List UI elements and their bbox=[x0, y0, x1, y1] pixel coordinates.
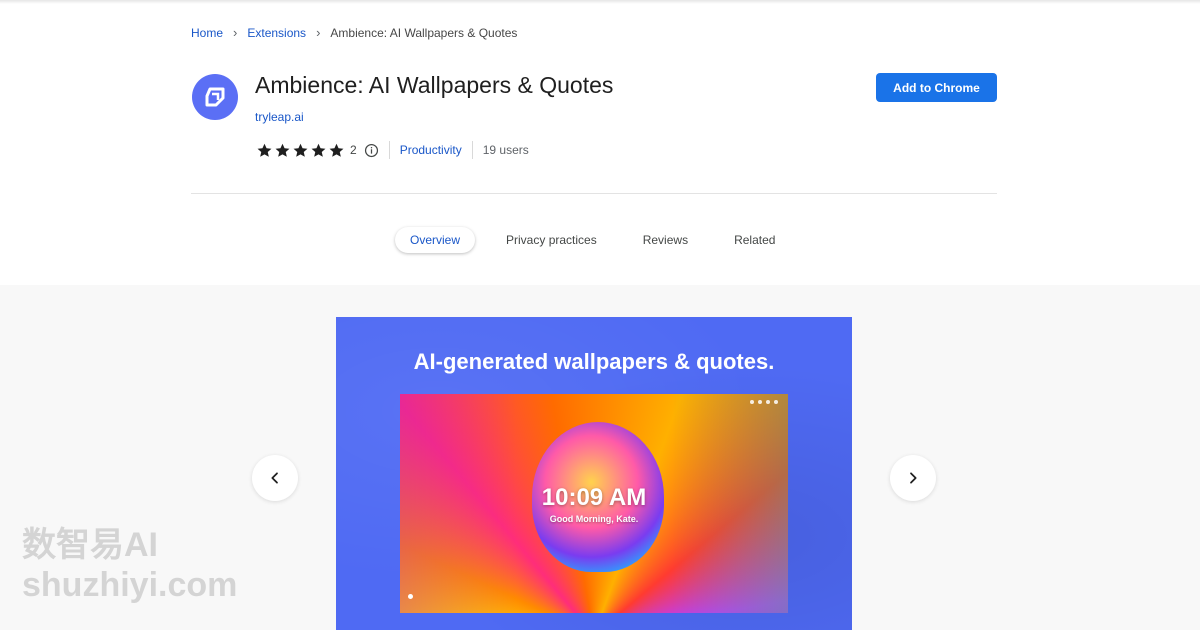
breadcrumb-extensions[interactable]: Extensions bbox=[247, 26, 306, 40]
wallpaper-preview: 10:09 AM Good Morning, Kate. bbox=[400, 394, 788, 613]
watermark-line-2: shuzhiyi.com bbox=[22, 566, 238, 604]
preview-corner-icons bbox=[750, 400, 778, 404]
tab-bar: Overview Privacy practices Reviews Relat… bbox=[395, 227, 790, 253]
meta-divider bbox=[471, 141, 473, 159]
settings-icon bbox=[750, 400, 754, 404]
star-icon bbox=[311, 143, 326, 157]
user-count: 19 users bbox=[482, 143, 529, 157]
chevron-right-icon bbox=[910, 472, 917, 484]
extension-title: Ambience: AI Wallpapers & Quotes bbox=[255, 72, 614, 98]
gallery-prev-button[interactable] bbox=[252, 455, 298, 501]
preview-greeting: Good Morning, Kate. bbox=[549, 514, 639, 524]
breadcrumb-home[interactable]: Home bbox=[191, 26, 223, 40]
breadcrumb: Home › Extensions › Ambience: AI Wallpap… bbox=[191, 25, 517, 40]
rating-stars bbox=[256, 142, 345, 159]
chevron-left-icon bbox=[271, 472, 278, 484]
watermark-line-1: 数智易AI bbox=[22, 526, 158, 564]
top-shadow bbox=[0, 0, 1200, 4]
preview-brand-dot bbox=[408, 594, 413, 599]
watermark: 数智易AI shuzhiyi.com bbox=[22, 525, 237, 605]
gallery-slide: AI-generated wallpapers & quotes. 10:09 … bbox=[336, 317, 852, 630]
info-icon[interactable] bbox=[364, 143, 379, 158]
share-icon bbox=[758, 400, 762, 404]
meta-row: 2 Productivity 19 users bbox=[256, 140, 529, 160]
ambience-logo-icon bbox=[205, 87, 225, 107]
slide-headline: AI-generated wallpapers & quotes. bbox=[413, 349, 775, 374]
header-divider bbox=[191, 193, 997, 194]
tab-reviews[interactable]: Reviews bbox=[628, 227, 703, 253]
star-icon bbox=[329, 143, 344, 157]
rating-count: 2 bbox=[350, 143, 357, 157]
category-link[interactable]: Productivity bbox=[400, 143, 462, 157]
gallery-next-button[interactable] bbox=[890, 455, 936, 501]
tab-related[interactable]: Related bbox=[719, 227, 790, 253]
star-icon bbox=[293, 143, 308, 157]
chevron-right-icon: › bbox=[316, 25, 321, 40]
meta-divider bbox=[388, 141, 390, 159]
breadcrumb-current: Ambience: AI Wallpapers & Quotes bbox=[330, 25, 518, 40]
extension-logo bbox=[192, 74, 238, 120]
preview-clock: 10:09 AM bbox=[541, 484, 647, 511]
chevron-right-icon: › bbox=[233, 25, 238, 40]
tab-overview[interactable]: Overview bbox=[395, 227, 476, 253]
download-icon bbox=[766, 400, 770, 404]
star-icon bbox=[275, 143, 290, 157]
add-to-chrome-button[interactable]: Add to Chrome bbox=[876, 73, 997, 102]
developer-link[interactable]: tryleap.ai bbox=[255, 110, 304, 124]
star-icon bbox=[257, 143, 272, 157]
tab-privacy-practices[interactable]: Privacy practices bbox=[491, 227, 612, 253]
page: Home › Extensions › Ambience: AI Wallpap… bbox=[0, 0, 1200, 630]
menu-icon bbox=[774, 400, 778, 404]
